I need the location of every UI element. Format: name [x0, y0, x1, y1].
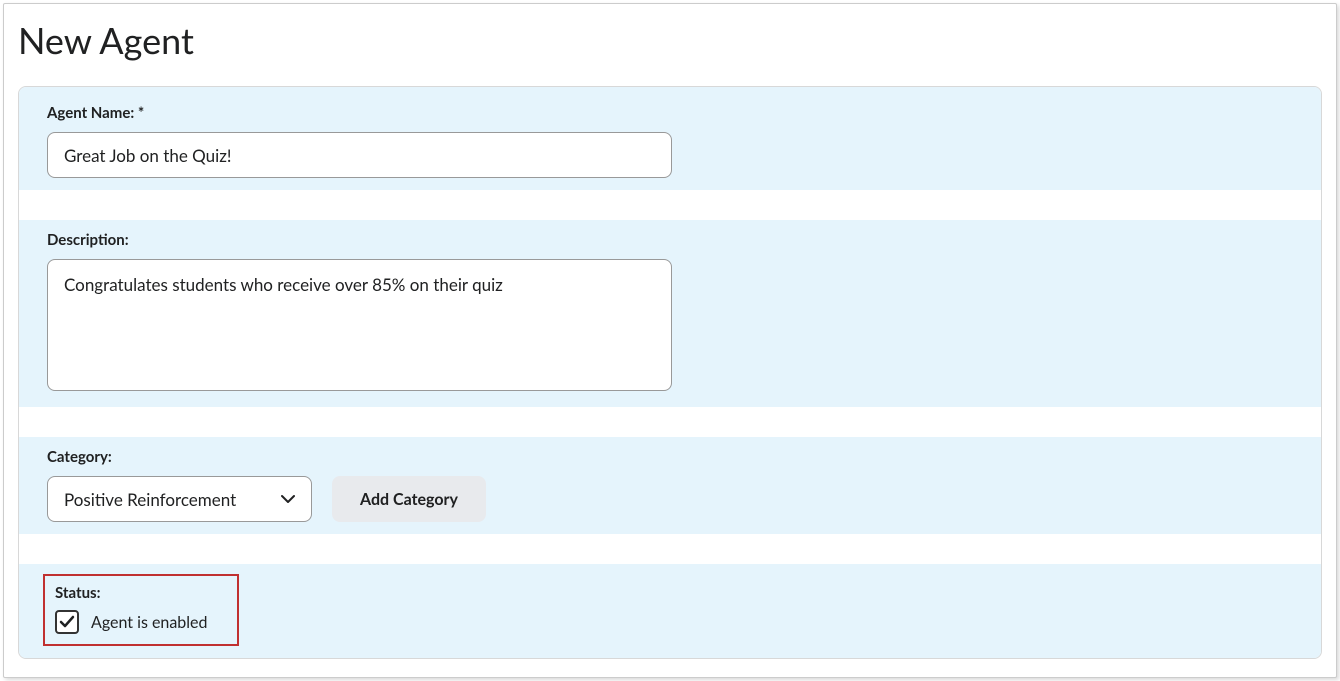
status-label: Status:	[55, 584, 227, 602]
spacer	[19, 190, 1321, 220]
status-checkbox-label: Agent is enabled	[91, 613, 207, 632]
spacer	[19, 534, 1321, 564]
category-selected-value: Positive Reinforcement	[64, 489, 281, 510]
add-category-button[interactable]: Add Category	[332, 476, 486, 522]
form-panel: Agent Name: * Description: Category: Pos…	[18, 86, 1322, 659]
spacer	[19, 407, 1321, 437]
agent-name-input[interactable]	[47, 132, 672, 178]
page-title: New Agent	[18, 18, 1322, 62]
description-body	[19, 259, 1321, 407]
category-label: Category:	[47, 448, 112, 466]
status-checkbox[interactable]	[55, 610, 79, 634]
page-container: New Agent Agent Name: * Description: Cat…	[3, 3, 1337, 678]
agent-name-label: Agent Name: *	[47, 104, 144, 122]
agent-name-body	[19, 132, 1321, 190]
description-header: Description:	[19, 220, 1321, 259]
agent-name-header: Agent Name: *	[19, 87, 1321, 132]
status-checkbox-row: Agent is enabled	[55, 610, 227, 634]
category-select[interactable]: Positive Reinforcement	[47, 476, 312, 522]
status-highlight-box: Status: Agent is enabled	[43, 574, 239, 646]
status-section: Status: Agent is enabled	[19, 564, 1321, 658]
check-icon	[59, 614, 75, 630]
category-body: Positive Reinforcement Add Category	[19, 476, 1321, 534]
description-input[interactable]	[47, 259, 672, 391]
category-header: Category:	[19, 437, 1321, 476]
description-label: Description:	[47, 231, 129, 249]
chevron-down-icon	[281, 492, 295, 506]
